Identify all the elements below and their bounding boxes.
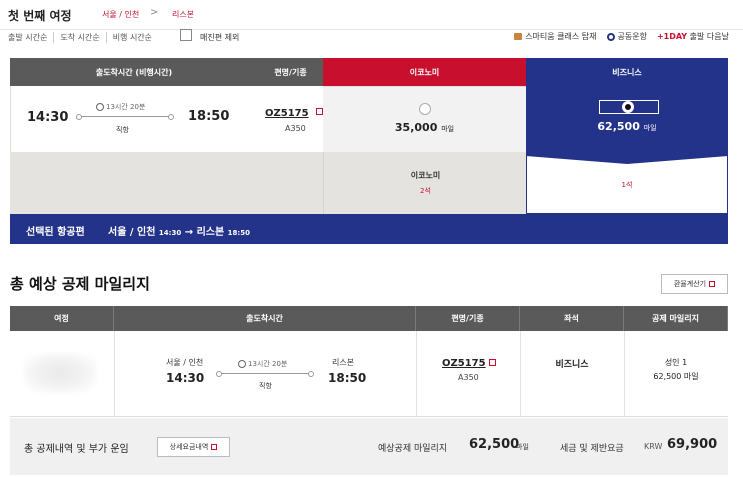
economy-miles: 35,000 마일: [394, 121, 455, 134]
clock-icon: [96, 103, 104, 111]
flight-number-link[interactable]: OZ5175: [265, 108, 309, 119]
clock-icon: [238, 360, 246, 368]
flight-number-link[interactable]: OZ5175: [442, 358, 486, 369]
economy-detail: 이코노미 2석: [323, 152, 526, 214]
economy-seats: 2석: [420, 187, 431, 195]
exclude-soldout-checkbox[interactable]: [180, 29, 192, 41]
sort-by-arrival[interactable]: 도착 시간순: [60, 32, 107, 43]
departure-time: 14:30: [27, 110, 69, 125]
legend-codeshare: 공동운항: [606, 31, 647, 42]
flight-type: 직항: [116, 126, 129, 134]
passenger-count: 성인 1: [664, 358, 688, 367]
route-origin: 서울 / 인천: [102, 10, 140, 19]
selected-flight-info: 서울 / 인천 14:30 → 리스본 18:50: [108, 227, 250, 238]
codeshare-icon: [606, 32, 615, 41]
business-radio[interactable]: [622, 101, 634, 113]
legend: 스마티움 클래스 탑재 공동운항 +1DAY 출발 다음날: [514, 31, 729, 42]
departure-time: 14:30: [166, 371, 205, 385]
aircraft-type: A350: [285, 124, 306, 133]
flight-row: 14:30 13시간 20분 직항 18:50 OZ5175 A350: [10, 86, 323, 152]
external-link-icon[interactable]: [489, 359, 496, 366]
table-row: 서울 / 인천 14:30 13시간 20분 직항 리스본 18:50 OZ51…: [10, 331, 728, 417]
flight-duration: 13시간 20분: [238, 359, 287, 369]
route-destination: 리스본: [172, 10, 195, 19]
header-business[interactable]: 비즈니스: [526, 58, 728, 86]
header-flight: 편명/기종: [258, 58, 323, 86]
destination-city: 리스본: [332, 358, 355, 367]
tax-amount: 69,900: [667, 437, 718, 452]
totals-label: 총 공제내역 및 부가 운임: [24, 444, 129, 455]
arrival-time: 18:50: [328, 371, 367, 385]
header-deduct-miles: 공제 마일리지: [624, 306, 728, 331]
external-link-icon: [211, 444, 218, 450]
flight-table: 출도착시간 (비행시간) 편명/기종 이코노미 비즈니스 14:30 13시간 …: [10, 58, 728, 244]
aircraft-type: A350: [458, 373, 479, 382]
journey-header: 첫 번째 여정 서울 / 인천 > 리스본: [0, 0, 743, 30]
tax-label: 세금 및 제반요금: [560, 444, 624, 454]
deduct-miles: 62,500 마일: [653, 372, 699, 381]
selected-flight-label: 선택된 항공편: [26, 227, 85, 238]
total-miles: 62,500: [469, 437, 520, 452]
legend-oneday: +1DAY 출발 다음날: [656, 32, 729, 41]
origin-city: 서울 / 인천: [166, 358, 204, 367]
header-times: 출도착시간: [114, 306, 416, 331]
summary-title: 총 예상 공제 마일리지: [10, 275, 150, 293]
economy-radio[interactable]: [419, 103, 431, 115]
route-line: [76, 114, 174, 120]
totals-bar: 총 공제내역 및 부가 운임 상세요금내역 예상공제 마일리지 62,500 마…: [10, 418, 728, 475]
business-selected-pointer: [526, 152, 728, 164]
economy-fare-cell[interactable]: 35,000 마일: [323, 86, 526, 152]
flight-type: 직항: [259, 382, 272, 390]
route-separator: >: [150, 7, 159, 18]
business-fare-cell[interactable]: 62,500 마일: [526, 86, 728, 152]
smartium-icon: [514, 33, 523, 40]
sort-by-departure[interactable]: 출발 시간순: [8, 32, 55, 43]
header-time: 출도착시간 (비행시간): [10, 58, 258, 86]
header-economy[interactable]: 이코노미: [323, 58, 526, 86]
sort-by-duration[interactable]: 비행 시간순: [113, 32, 158, 43]
route-line: [216, 371, 314, 377]
legend-smartium: 스마티움 클래스 탑재: [514, 31, 597, 42]
exclude-soldout-label[interactable]: 매진편 제외: [200, 32, 239, 43]
page-title: 첫 번째 여정: [8, 9, 72, 23]
cabin-class: 비즈니스: [555, 360, 589, 370]
total-miles-unit: 마일: [516, 443, 529, 451]
tax-currency: KRW: [644, 442, 663, 451]
header-flight: 편명/기종: [416, 306, 520, 331]
external-link-icon: [709, 281, 716, 287]
sort-options: 출발 시간순 도착 시간순 비행 시간순: [8, 32, 164, 43]
journey-thumbnail: [24, 353, 96, 393]
external-link-icon[interactable]: [316, 108, 323, 115]
business-seats: 1석: [621, 181, 633, 189]
total-miles-label: 예상공제 마일리지: [378, 444, 448, 454]
header-journey: 여정: [10, 306, 114, 331]
economy-detail-label: 이코노미: [410, 171, 441, 180]
exchange-calculator-button[interactable]: 환율계산기: [661, 274, 728, 294]
business-miles: 62,500 마일: [597, 120, 657, 133]
arrival-time: 18:50: [188, 109, 230, 124]
selected-flight-bar: 선택된 항공편 서울 / 인천 14:30 → 리스본 18:50: [10, 214, 728, 244]
flight-duration: 13시간 20분: [96, 102, 145, 112]
header-seat: 좌석: [520, 306, 624, 331]
fare-detail-button[interactable]: 상세요금내역: [157, 437, 230, 457]
detail-row-empty: [10, 152, 323, 214]
